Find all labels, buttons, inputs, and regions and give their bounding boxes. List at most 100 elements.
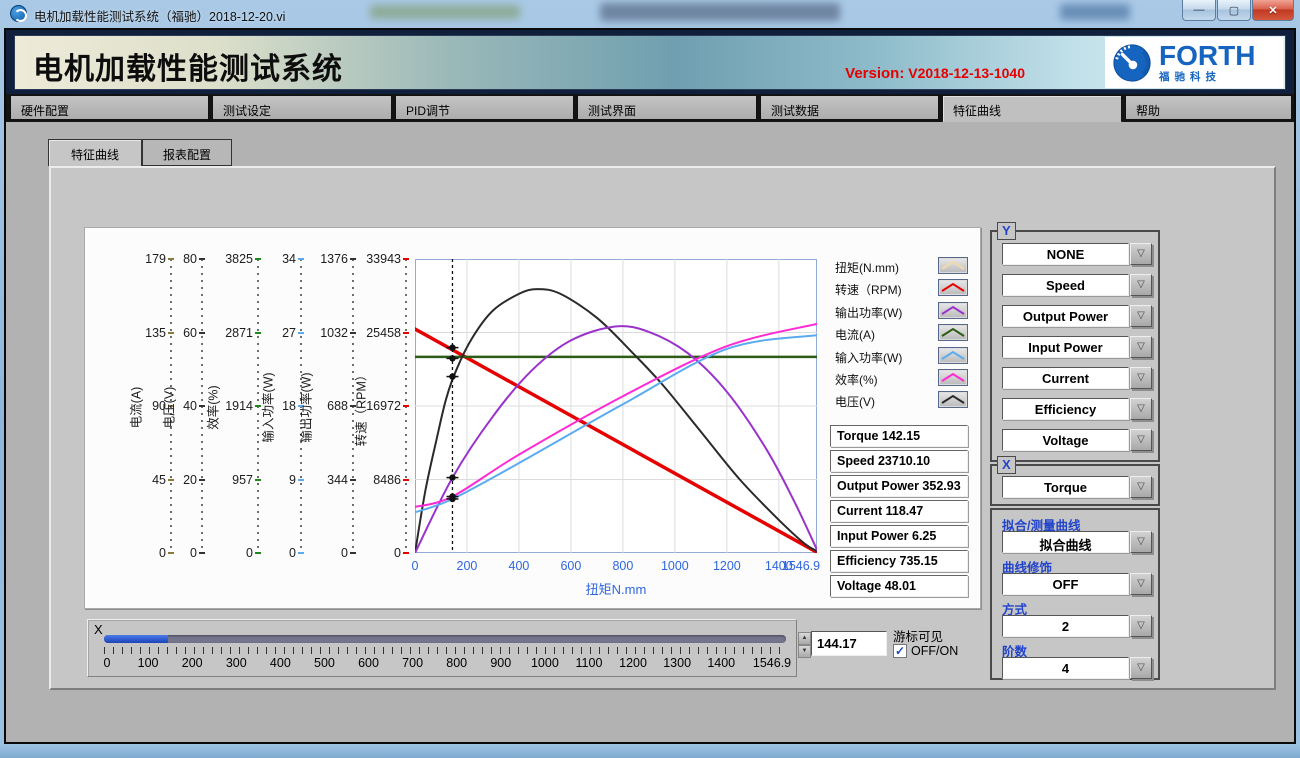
y-axis-title: 电压(V) bbox=[159, 358, 178, 458]
y-axis-major-tick bbox=[199, 552, 205, 554]
y-axis-tick: 80 bbox=[153, 252, 197, 266]
y-select-4[interactable]: Input Power▽ bbox=[1002, 336, 1152, 358]
fit-options-group: 拟合/测量曲线拟合曲线▽曲线修饰OFF▽方式2▽阶数4▽ bbox=[990, 508, 1160, 680]
readout-current: Current 118.47 bbox=[830, 500, 968, 522]
minimize-button[interactable]: — bbox=[1182, 0, 1216, 21]
slider-tick-label: 800 bbox=[446, 656, 467, 670]
y-select-1[interactable]: NONE▽ bbox=[1002, 243, 1152, 265]
fit-select-4-value[interactable]: 4 bbox=[1002, 657, 1129, 679]
slider-tick-label: 900 bbox=[490, 656, 511, 670]
dropdown-arrow-icon[interactable]: ▽ bbox=[1130, 573, 1152, 595]
tab-测试设定[interactable]: 测试设定 bbox=[212, 95, 392, 121]
dropdown-arrow-icon[interactable]: ▽ bbox=[1130, 367, 1152, 389]
slider-tick-label: 100 bbox=[138, 656, 159, 670]
spinner-down-icon[interactable]: ▼ bbox=[798, 645, 811, 658]
fit-select-3-value[interactable]: 2 bbox=[1002, 615, 1129, 637]
legend-swatch[interactable] bbox=[938, 324, 968, 341]
legend-line-icon bbox=[939, 370, 967, 385]
dropdown-arrow-icon[interactable]: ▽ bbox=[1130, 531, 1152, 553]
legend-swatch[interactable] bbox=[938, 391, 968, 408]
y-axis-title: 效率(%) bbox=[203, 358, 222, 458]
y-axis-tick: 34 bbox=[252, 252, 296, 266]
y-select-5-value[interactable]: Current bbox=[1002, 367, 1129, 389]
y-axis-major-tick bbox=[199, 479, 205, 481]
y-axis-major-tick bbox=[199, 258, 205, 260]
maximize-button[interactable]: ▢ bbox=[1217, 0, 1251, 21]
y-select-6[interactable]: Efficiency▽ bbox=[1002, 398, 1152, 420]
slider-tick-label: 1100 bbox=[576, 656, 603, 670]
subtab-报表配置[interactable]: 报表配置 bbox=[142, 139, 232, 166]
legend-swatch[interactable] bbox=[938, 347, 968, 364]
y-select-7-value[interactable]: Voltage bbox=[1002, 429, 1129, 451]
legend-line-icon bbox=[939, 325, 967, 340]
tab-测试数据[interactable]: 测试数据 bbox=[760, 95, 939, 121]
y-select-6-value[interactable]: Efficiency bbox=[1002, 398, 1129, 420]
slider-tick-label: 1400 bbox=[707, 656, 735, 670]
y-select-4-value[interactable]: Input Power bbox=[1002, 336, 1129, 358]
y-select-3-value[interactable]: Output Power bbox=[1002, 305, 1129, 327]
fit-select-4[interactable]: 4▽ bbox=[1002, 657, 1152, 679]
app-icon bbox=[10, 5, 27, 22]
legend-line-icon bbox=[939, 348, 967, 363]
y-axis-major-tick bbox=[403, 258, 409, 260]
dropdown-arrow-icon[interactable]: ▽ bbox=[1130, 305, 1152, 327]
cursor-x-spinner[interactable]: ▲ ▼ bbox=[798, 632, 811, 658]
logo-subtitle-text: 福驰科技 bbox=[1159, 72, 1255, 83]
fit-select-3[interactable]: 2▽ bbox=[1002, 615, 1152, 637]
y-axis-tick: 25458 bbox=[357, 326, 401, 340]
dropdown-arrow-icon[interactable]: ▽ bbox=[1130, 243, 1152, 265]
subtab-特征曲线[interactable]: 特征曲线 bbox=[48, 139, 142, 166]
cursor-x-value-field[interactable]: 144.17 bbox=[811, 631, 887, 656]
y-select-7[interactable]: Voltage▽ bbox=[1002, 429, 1152, 451]
y-select-2-value[interactable]: Speed bbox=[1002, 274, 1129, 296]
legend-swatch[interactable] bbox=[938, 279, 968, 296]
y-group-label: Y bbox=[997, 222, 1016, 240]
x-axis-selector-group: X Torque▽ bbox=[990, 464, 1160, 506]
x-select[interactable]: Torque▽ bbox=[1002, 476, 1152, 498]
dropdown-arrow-icon[interactable]: ▽ bbox=[1130, 476, 1152, 498]
x-axis-tick: 1546.9 bbox=[771, 559, 831, 573]
plot-area[interactable] bbox=[415, 259, 817, 553]
cursor-visible-checkbox[interactable]: ✓ bbox=[893, 644, 907, 658]
window-title: 电机加载性能测试系统（福驰）2018-12-20.vi bbox=[34, 6, 285, 25]
slider-tick-label: 1546.9 bbox=[753, 656, 791, 670]
tab-page: 特征曲线报表配置 17913590450电流(A)806040200电压(V)3… bbox=[6, 122, 1294, 742]
fit-select-2-value[interactable]: OFF bbox=[1002, 573, 1129, 595]
y-axis-major-tick bbox=[403, 479, 409, 481]
slider-tick-label: 200 bbox=[182, 656, 203, 670]
forth-logo: FORTH 福驰科技 bbox=[1105, 37, 1283, 88]
fit-select-1[interactable]: 拟合曲线▽ bbox=[1002, 531, 1152, 553]
y-select-3[interactable]: Output Power▽ bbox=[1002, 305, 1152, 327]
y-axis-tick: 20 bbox=[153, 473, 197, 487]
x-select-value[interactable]: Torque bbox=[1002, 476, 1129, 498]
title-bar[interactable]: 电机加载性能测试系统（福驰）2018-12-20.vi — ▢ ✕ bbox=[0, 0, 1300, 28]
cursor-visible-label: 游标可见 bbox=[893, 626, 943, 645]
tab-测试界面[interactable]: 测试界面 bbox=[577, 95, 757, 121]
legend-swatch[interactable] bbox=[938, 302, 968, 319]
dropdown-arrow-icon[interactable]: ▽ bbox=[1130, 429, 1152, 451]
dropdown-arrow-icon[interactable]: ▽ bbox=[1130, 274, 1152, 296]
fit-select-1-value[interactable]: 拟合曲线 bbox=[1002, 531, 1129, 553]
y-axis-tick: 33943 bbox=[357, 252, 401, 266]
y-axis-tick: 2871 bbox=[209, 326, 253, 340]
y-select-5[interactable]: Current▽ bbox=[1002, 367, 1152, 389]
dropdown-arrow-icon[interactable]: ▽ bbox=[1130, 657, 1152, 679]
tab-PID调节[interactable]: PID调节 bbox=[395, 95, 574, 121]
fit-select-2[interactable]: OFF▽ bbox=[1002, 573, 1152, 595]
slider-track[interactable] bbox=[104, 635, 786, 643]
tab-硬件配置[interactable]: 硬件配置 bbox=[10, 95, 209, 121]
slider-tick-label: 0 bbox=[104, 656, 111, 670]
close-button[interactable]: ✕ bbox=[1252, 0, 1294, 21]
tab-帮助[interactable]: 帮助 bbox=[1125, 95, 1292, 121]
dropdown-arrow-icon[interactable]: ▽ bbox=[1130, 336, 1152, 358]
cursor-marker bbox=[449, 496, 455, 502]
dropdown-arrow-icon[interactable]: ▽ bbox=[1130, 398, 1152, 420]
legend-swatch[interactable] bbox=[938, 369, 968, 386]
dropdown-arrow-icon[interactable]: ▽ bbox=[1130, 615, 1152, 637]
y-select-2[interactable]: Speed▽ bbox=[1002, 274, 1152, 296]
spinner-up-icon[interactable]: ▲ bbox=[798, 632, 811, 645]
y-axis-tick: 0 bbox=[153, 546, 197, 560]
legend-swatch[interactable] bbox=[938, 257, 968, 274]
tab-特征曲线[interactable]: 特征曲线 bbox=[942, 95, 1122, 123]
y-select-1-value[interactable]: NONE bbox=[1002, 243, 1129, 265]
